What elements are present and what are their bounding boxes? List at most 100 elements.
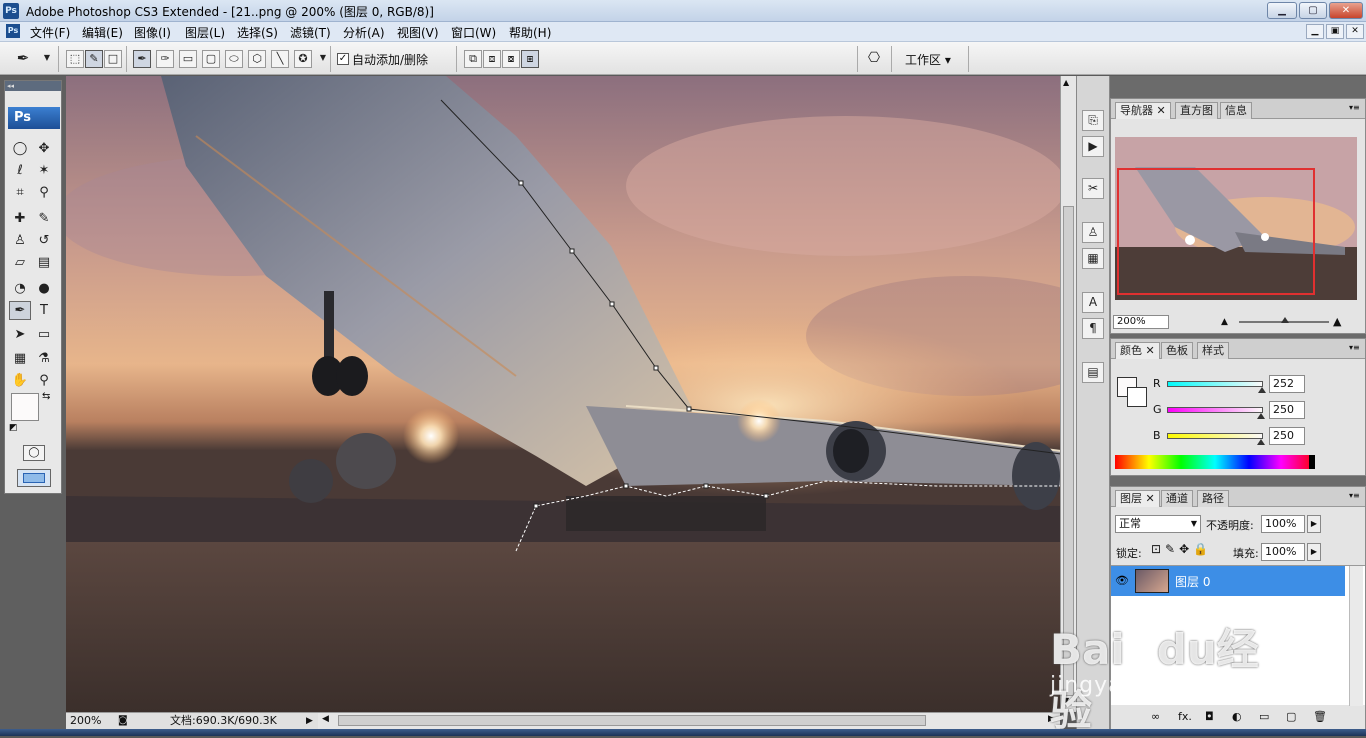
fill-pixels-icon[interactable]: □	[104, 50, 122, 68]
character-icon[interactable]: A	[1082, 292, 1104, 313]
marquee-tool-icon[interactable]: ◯	[9, 139, 31, 158]
menu-image[interactable]: 图像(I)	[134, 24, 171, 41]
paths-mode-icon[interactable]: ✎	[85, 50, 103, 68]
doc-close-button[interactable]: ✕	[1346, 24, 1364, 39]
history-brush-tool-icon[interactable]: ↺	[33, 231, 55, 250]
layer-row[interactable]: 👁 图层 0	[1111, 566, 1345, 596]
clone-source-icon[interactable]: ▦	[1082, 248, 1104, 269]
zoom-out-icon[interactable]: ▲	[1221, 317, 1228, 327]
channel-slider-b[interactable]	[1167, 433, 1263, 439]
zoom-tool-icon[interactable]: ⚲	[33, 371, 55, 390]
color-background-swatch[interactable]	[1127, 387, 1147, 407]
channel-slider-handle[interactable]	[1257, 439, 1266, 445]
maximize-button[interactable]: ▢	[1299, 2, 1327, 19]
status-arrow-icon[interactable]: ▶	[306, 713, 313, 729]
eye-icon[interactable]: 👁	[1115, 574, 1129, 587]
scroll-up-icon[interactable]: ▲	[1063, 78, 1069, 87]
line-icon[interactable]: ╲	[271, 50, 289, 68]
default-colors-icon[interactable]: ◩	[9, 423, 18, 433]
shape-tool-icon[interactable]: ▭	[33, 325, 55, 344]
fx-icon[interactable]: fx.	[1178, 710, 1192, 723]
tab-info[interactable]: 信息	[1220, 102, 1252, 119]
horizontal-scrollbar[interactable]: ◀ ▶	[318, 712, 1060, 729]
clone-stamp-tool-icon[interactable]: ♙	[9, 231, 31, 250]
channel-value-b[interactable]: 250	[1269, 427, 1305, 445]
tab-histogram[interactable]: 直方图	[1175, 102, 1218, 119]
history-icon[interactable]: ⎘	[1082, 110, 1104, 131]
tab-navigator[interactable]: 导航器 ✕	[1115, 102, 1171, 119]
scroll-left-icon[interactable]: ◀	[322, 714, 329, 724]
tab-channels[interactable]: 通道	[1161, 490, 1193, 507]
menu-edit[interactable]: 编辑(E)	[82, 24, 123, 41]
menu-view[interactable]: 视图(V)	[397, 24, 439, 41]
freeform-pen-icon[interactable]: ✑	[156, 50, 174, 68]
blur-tool-icon[interactable]: ◔	[9, 279, 31, 298]
hand-tool-icon[interactable]: ✋	[9, 371, 31, 390]
menu-help[interactable]: 帮助(H)	[509, 24, 551, 41]
rounded-rectangle-icon[interactable]: ▢	[202, 50, 220, 68]
eraser-tool-icon[interactable]: ▱	[9, 253, 31, 272]
layer-name[interactable]: 图层 0	[1175, 573, 1210, 590]
channel-slider-r[interactable]	[1167, 381, 1263, 387]
close-button[interactable]: ✕	[1329, 2, 1363, 19]
menu-layer[interactable]: 图层(L)	[185, 24, 225, 41]
tab-layers[interactable]: 图层 ✕	[1115, 490, 1160, 507]
swap-colors-icon[interactable]: ⇆	[42, 391, 50, 402]
preset-dropdown-icon[interactable]: ▼	[38, 50, 56, 68]
healing-brush-tool-icon[interactable]: ✚	[9, 209, 31, 228]
ellipse-icon[interactable]: ⬭	[225, 50, 243, 68]
combine-add-icon[interactable]: ⧉	[464, 50, 482, 68]
polygon-icon[interactable]: ⬡	[248, 50, 266, 68]
panel-menu-icon[interactable]: ▾≡	[1349, 103, 1360, 112]
menu-analysis[interactable]: 分析(A)	[343, 24, 385, 41]
layer-list-scrollbar[interactable]	[1349, 566, 1363, 706]
dodge-tool-icon[interactable]: ●	[33, 279, 55, 298]
lock-icons[interactable]: ⊡✎✥🔒	[1151, 542, 1212, 556]
toolbox-header[interactable]: ◂◂	[5, 81, 61, 91]
doc-minimize-button[interactable]: ▁	[1306, 24, 1324, 39]
move-tool-icon[interactable]: ✥	[33, 139, 55, 158]
actions-icon[interactable]: ▶	[1082, 136, 1104, 157]
minimize-button[interactable]: ▁	[1267, 2, 1297, 19]
lasso-tool-icon[interactable]: ℓ	[9, 161, 31, 180]
bridge-icon[interactable]: ⎔	[865, 50, 883, 68]
color-spectrum[interactable]	[1115, 455, 1315, 469]
eyedropper-slice-tool-icon[interactable]: ⚲	[33, 183, 55, 202]
quick-mask-icon[interactable]: ◯	[23, 445, 45, 461]
panel-menu-icon[interactable]: ▾≡	[1349, 491, 1360, 500]
status-menu-icon[interactable]: ◙	[118, 713, 128, 729]
navigator-zoom-field[interactable]: 200%	[1113, 315, 1169, 329]
screen-mode-icon[interactable]	[17, 469, 51, 487]
magic-wand-tool-icon[interactable]: ✶	[33, 161, 55, 180]
pen-tool-preset-icon[interactable]: ✒	[14, 50, 32, 68]
brushes-icon[interactable]: ♙	[1082, 222, 1104, 243]
mask-icon[interactable]: ◘	[1205, 710, 1214, 723]
notes-tool-icon[interactable]: ▦	[9, 349, 31, 368]
ps-logo[interactable]: Ps	[8, 107, 60, 129]
fill-slider-icon[interactable]: ▶	[1307, 543, 1321, 561]
menu-filter[interactable]: 滤镜(T)	[290, 24, 331, 41]
zoom-level[interactable]: 200%	[70, 713, 101, 729]
doc-restore-button[interactable]: ▣	[1326, 24, 1344, 39]
channel-slider-g[interactable]	[1167, 407, 1263, 413]
brush-tool-icon[interactable]: ✎	[33, 209, 55, 228]
channel-slider-handle[interactable]	[1257, 387, 1266, 393]
adjustment-icon[interactable]: ◐	[1232, 710, 1242, 723]
group-icon[interactable]: ▭	[1259, 710, 1269, 723]
document-canvas[interactable]	[66, 76, 1060, 712]
tab-paths[interactable]: 路径	[1197, 490, 1229, 507]
tab-styles[interactable]: 样式	[1197, 342, 1229, 359]
tool-presets-icon[interactable]: ✂	[1082, 178, 1104, 199]
tab-color[interactable]: 颜色 ✕	[1115, 342, 1160, 359]
combine-exclude-icon[interactable]: ⧆	[521, 50, 539, 68]
pen-icon[interactable]: ✒	[133, 50, 151, 68]
workspace-menu[interactable]: 工作区 ▾	[905, 51, 951, 68]
paragraph-icon[interactable]: ¶	[1082, 318, 1104, 339]
gradient-tool-icon[interactable]: ▤	[33, 253, 55, 272]
navigator-view-box[interactable]	[1117, 168, 1315, 295]
panel-menu-icon[interactable]: ▾≡	[1349, 343, 1360, 352]
auto-add-delete-checkbox[interactable]: ✓	[337, 53, 349, 65]
trash-icon[interactable]: 🗑	[1313, 710, 1327, 723]
menu-window[interactable]: 窗口(W)	[451, 24, 496, 41]
channel-value-r[interactable]: 252	[1269, 375, 1305, 393]
